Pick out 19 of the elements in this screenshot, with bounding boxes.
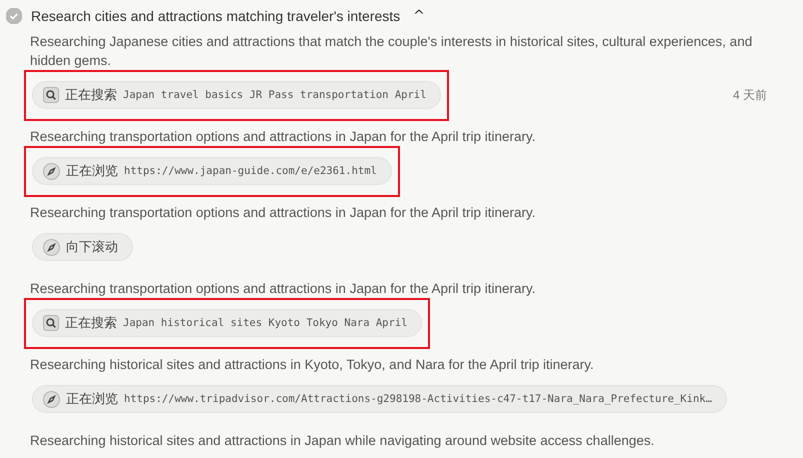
browse-step-chip[interactable]: 向下滚动: [32, 233, 133, 261]
step-description: Researching Japanese cities and attractions that match the couple's interests in historical sites, cultural experiences, and hidden gems.: [30, 33, 754, 70]
browse-step-chip[interactable]: 正在浏览 https://www.japan-guide.com/e/e2361.html: [32, 157, 392, 185]
search-icon: [43, 315, 59, 331]
compass-icon: [43, 238, 60, 256]
compass-icon: [43, 162, 60, 180]
step-description: Researching historical sites and attractions in Japan while navigating around website access challenges.: [30, 432, 656, 450]
search-step-chip[interactable]: 正在搜索 Japan travel basics JR Pass transportation April: [32, 81, 442, 109]
search-step-chip[interactable]: 正在搜索 Japan historical sites Kyoto Tokyo Nara April: [32, 309, 422, 337]
task-title: Research cities and attractions matching traveler's interests: [31, 8, 400, 24]
step-description: Researching transportation options and attractions in Japan for the April trip itinerary.: [30, 280, 537, 298]
step-description: Researching transportation options and attractions in Japan for the April trip itinerary.: [30, 204, 537, 222]
search-icon: [43, 87, 59, 103]
timestamp: 4 天前: [732, 87, 767, 104]
collapse-toggle[interactable]: ^: [409, 8, 429, 24]
step-description: Researching historical sites and attractions in Kyoto, Tokyo, and Nara for the April trip itinerary.: [30, 356, 595, 374]
browse-step-chip[interactable]: 正在浏览 https://www.tripadvisor.com/Attractions-g298198-Activities-c47-t17-Nara_Nara_Prefecture_Kink…: [32, 385, 727, 413]
step-description: Researching transportation options and attractions in Japan for the April trip itinerary.: [30, 128, 537, 146]
compass-icon: [43, 390, 60, 408]
